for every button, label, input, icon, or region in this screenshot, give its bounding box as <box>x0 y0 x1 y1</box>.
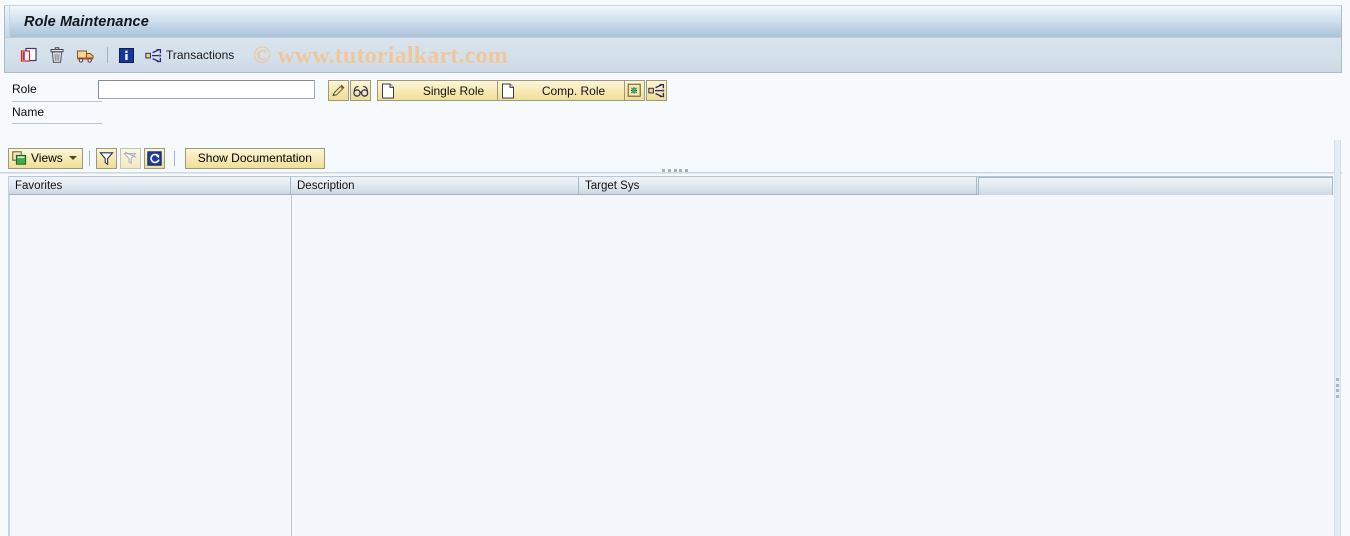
filter-delete-icon <box>122 151 138 166</box>
views-button[interactable]: Views <box>8 147 83 169</box>
grid-header-row: Favorites Description Target Sys <box>9 176 1333 196</box>
refresh-button[interactable] <box>143 147 165 169</box>
filter-icon <box>99 151 114 166</box>
transactions-icon <box>145 48 162 63</box>
page-title: Role Maintenance <box>24 13 149 30</box>
role-input[interactable] <box>98 80 315 99</box>
grid-top-rail <box>0 172 1342 174</box>
transactions-button[interactable]: Transactions <box>142 44 237 66</box>
grid-body <box>9 195 1333 536</box>
delete-filter-button[interactable] <box>119 147 141 169</box>
header-panel: Role Maintenance Transactions © www.tuto… <box>4 5 1342 73</box>
derive-role-button[interactable] <box>646 80 667 101</box>
name-label-rule <box>12 123 102 124</box>
composite-role-label: Comp. Role <box>541 83 606 98</box>
application-window: Role Maintenance Transactions © www.tuto… <box>0 0 1350 536</box>
favorites-grid: Favorites Description Target Sys <box>8 176 1333 536</box>
document-icon <box>501 83 515 99</box>
main-toolbar: Transactions © www.tutorialkart.com <box>5 38 1341 72</box>
selection-area: Role Name Single Role Comp. Role <box>0 78 1350 130</box>
views-label: Views <box>31 151 63 165</box>
toolbar-separator <box>107 47 108 63</box>
refresh-icon <box>147 150 162 166</box>
grid-left-edge <box>9 195 10 536</box>
role-label-rule <box>12 101 102 102</box>
watermark-text: © www.tutorialkart.com <box>253 43 508 69</box>
views-icon <box>12 151 27 165</box>
grid-toolbar-separator <box>88 150 90 166</box>
copy-icon <box>20 47 38 64</box>
info-icon <box>119 47 134 63</box>
vertical-splitter-grip[interactable] <box>1336 378 1339 398</box>
change-role-button[interactable] <box>328 80 349 101</box>
vertical-splitter-rail[interactable] <box>1334 140 1341 536</box>
copy-button[interactable] <box>17 44 41 66</box>
glasses-icon <box>352 84 369 98</box>
display-role-button[interactable] <box>350 80 371 101</box>
pencil-icon <box>331 83 346 98</box>
name-label: Name <box>12 105 45 119</box>
composite-role-button[interactable]: Comp. Role <box>497 80 641 101</box>
chevron-down-icon <box>68 156 77 160</box>
trash-icon <box>49 46 65 64</box>
role-label: Role <box>12 82 37 96</box>
truck-icon <box>76 47 95 63</box>
transactions-label: Transactions <box>166 48 235 62</box>
right-page-edge <box>1343 0 1350 536</box>
grid-column-divider <box>291 195 292 536</box>
grid-toolbar: Views Show Documentation <box>8 146 325 170</box>
copy-role-button[interactable] <box>624 80 645 101</box>
grid-toolbar-separator-2 <box>173 150 175 166</box>
column-header-spare[interactable] <box>978 177 1333 196</box>
show-documentation-label: Show Documentation <box>197 151 312 165</box>
column-header-favorites[interactable]: Favorites <box>9 177 291 194</box>
column-header-description[interactable]: Description <box>291 177 579 194</box>
name-field-row: Name <box>12 105 44 119</box>
transport-button[interactable] <box>73 44 98 66</box>
filter-button[interactable] <box>95 147 117 169</box>
info-button[interactable] <box>116 44 137 66</box>
derive-icon <box>648 83 665 98</box>
delete-button[interactable] <box>46 44 68 66</box>
column-header-target-sys[interactable]: Target Sys <box>579 177 977 194</box>
role-field-row: Role <box>12 82 37 96</box>
show-documentation-button[interactable]: Show Documentation <box>184 147 325 169</box>
title-bar: Role Maintenance <box>5 6 1341 38</box>
document-icon <box>381 83 395 99</box>
title-accent-stripe <box>5 6 10 37</box>
copy-role-icon <box>627 83 642 98</box>
